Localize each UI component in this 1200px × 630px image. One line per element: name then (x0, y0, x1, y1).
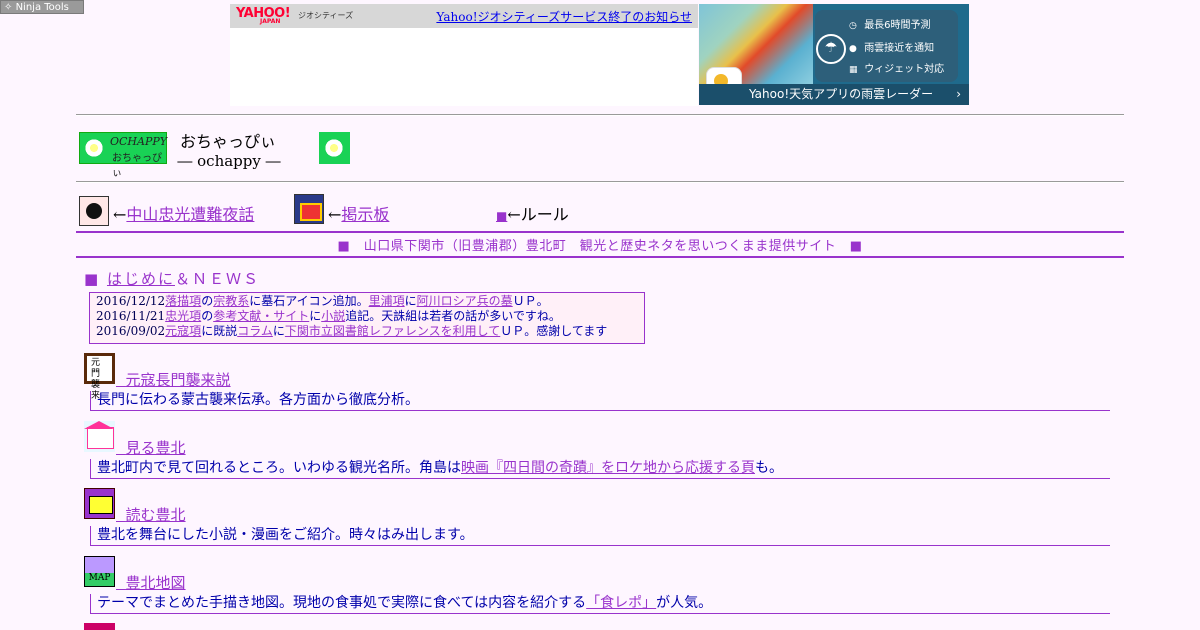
feature-widget: ▦ ウィジェット対応 (849, 64, 945, 75)
news-marker[interactable]: ■ (84, 270, 100, 288)
service-end-notice-link[interactable]: Yahoo!ジオシティーズサービス終了のお知らせ (436, 8, 692, 25)
feature-notify: ● 雨雲接近を通知 (849, 43, 935, 54)
yokkakan-movie-link[interactable]: 映画『四日間の奇蹟』をロケ地から応援する頁 (461, 460, 755, 476)
site-subtitle: ― ochappy ― (177, 152, 281, 170)
tagline-top-line (76, 231, 1124, 233)
ninja-icon: ✧ (4, 2, 16, 13)
news-entry: 2016/11/21忠光項の参考文献・サイトに小説追記。天誅組は若者の話が多いで… (96, 309, 561, 323)
food-report-link[interactable]: 「食レポ」 (586, 595, 656, 611)
site-tagline: ■ 山口県下関市（旧豊浦郡）豊北町 観光と歴史ネタを思いつくまま提供サイト ■ (337, 239, 863, 254)
flower-icon (83, 137, 105, 159)
clock-icon: ◷ (849, 21, 857, 31)
yahoo-logo[interactable]: YAHOO! JAPAN (236, 6, 291, 25)
nav-tadamitsu: ←中山忠光遭難夜話 (113, 205, 255, 224)
map-icon[interactable]: MAP (84, 556, 115, 587)
nav-bbs: ←掲示板 (328, 205, 390, 224)
pin-icon: ● (849, 44, 857, 54)
geocities-banner: YAHOO! JAPAN ジオシティーズ Yahoo!ジオシティーズサービス終了の… (230, 4, 698, 106)
flower-icon (323, 137, 345, 159)
map-link[interactable]: 豊北地図 (116, 572, 186, 593)
ochappy-logo: OCHAPPY おちゃっぴぃ (79, 132, 167, 179)
rain-cloud-icon: ☂ (816, 34, 846, 64)
tadamitsu-icon[interactable] (79, 196, 109, 226)
tagline-bottom-line (76, 256, 1124, 258)
widget-icon: ▦ (849, 65, 858, 75)
news-entry: 2016/09/02元寇項に既説コラムに下関市立図書館レファレンスを利用してＵＰ… (96, 324, 608, 338)
intro-link[interactable]: はじめに (107, 270, 175, 288)
ninja-tools-badge[interactable]: ✧ Ninja Tools (0, 0, 84, 14)
divider-header (76, 181, 1124, 183)
bbs-link[interactable]: 掲示板 (341, 205, 389, 224)
genko-icon[interactable]: 元門襲来 (84, 353, 115, 401)
geocities-bar: YAHOO! JAPAN ジオシティーズ Yahoo!ジオシティーズサービス終了の… (230, 4, 698, 28)
weather-ad-cta[interactable]: Yahoo!天気アプリの雨雲レーダー › (699, 84, 969, 105)
next-section-icon[interactable] (84, 623, 115, 630)
sightseeing-icon[interactable] (84, 421, 115, 452)
chevron-right-icon: › (956, 87, 961, 101)
sightseeing-desc: 豊北町内で見て回れるところ。いわゆる観光名所。角島は映画『四日間の奇蹟』をロケ地… (90, 459, 1110, 479)
flower-decoration (319, 132, 350, 164)
news-entry: 2016/12/12落描項の宗教系に墓石アイコン追加。里浦項に阿川ロシア兵の墓Ｕ… (96, 294, 549, 308)
weather-app-ad[interactable]: ☂ ◷ 最長6時間予測 ● 雨雲接近を通知 ▦ ウィジェット対応 Yahoo!天… (699, 4, 969, 105)
news-heading: ■ はじめに＆ＮＥＷＳ (84, 270, 260, 288)
reading-link[interactable]: 読む豊北 (116, 504, 186, 525)
genko-desc: 長門に伝わる蒙古襲来伝承。各方面から徹底分析。 (90, 391, 1110, 411)
sightseeing-link[interactable]: 見る豊北 (116, 437, 186, 458)
bbs-icon[interactable] (294, 194, 324, 224)
reading-desc: 豊北を舞台にした小説・漫画をご紹介。時々はみ出します。 (90, 526, 1110, 546)
geocities-label: ジオシティーズ (298, 11, 354, 20)
feature-forecast: ◷ 最長6時間予測 (849, 20, 931, 31)
divider-top (76, 114, 1124, 116)
rules-link[interactable]: ■ (496, 209, 507, 223)
reading-icon[interactable] (84, 488, 115, 519)
nav-rules: ■←ルール (496, 205, 569, 224)
map-desc: テーマでまとめた手描き地図。現地の食事処で実際に食べては内容を紹介する「食レポ」… (90, 594, 1110, 614)
tadamitsu-link[interactable]: 中山忠光遭難夜話 (126, 205, 254, 224)
genko-link[interactable]: 元寇長門襲来説 (116, 369, 231, 390)
news-box[interactable]: 2016/12/12落描項の宗教系に墓石アイコン追加。里浦項に阿川ロシア兵の墓Ｕ… (89, 292, 645, 344)
site-title: おちゃっぴぃ (179, 132, 276, 151)
